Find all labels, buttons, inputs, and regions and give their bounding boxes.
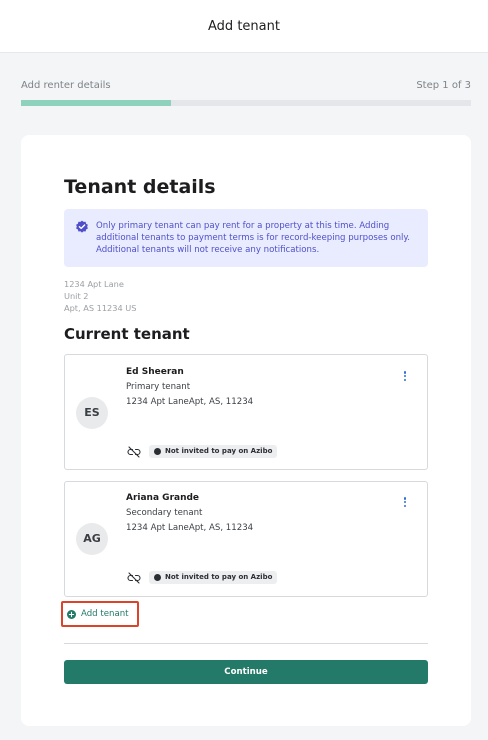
add-tenant-label: Add tenant xyxy=(81,609,129,619)
more-options-icon[interactable] xyxy=(400,370,410,386)
tenant-name: Ariana Grande xyxy=(126,493,200,503)
status-dot-icon xyxy=(154,574,161,581)
invite-status-badge: Not invited to pay on Azibo xyxy=(149,571,278,584)
info-banner-text: Only primary tenant can pay rent for a p… xyxy=(96,220,416,256)
add-tenant-button[interactable]: Add tenant xyxy=(61,601,139,627)
page-header-title: Add tenant xyxy=(208,19,280,34)
progress-bar-fill xyxy=(21,100,171,106)
continue-button[interactable]: Continue xyxy=(64,660,428,684)
unlink-icon xyxy=(127,572,141,584)
page-title: Tenant details xyxy=(64,176,216,198)
invite-status-text: Not invited to pay on Azibo xyxy=(165,447,273,455)
tenant-card: AG Ariana Grande Secondary tenant 1234 A… xyxy=(64,481,428,597)
tenant-card: ES Ed Sheeran Primary tenant 1234 Apt La… xyxy=(64,354,428,470)
divider xyxy=(64,643,428,644)
plus-circle-icon xyxy=(67,610,76,619)
unlink-icon xyxy=(127,446,141,458)
tenant-role: Primary tenant xyxy=(126,382,191,392)
address-line: Apt, AS 11234 US xyxy=(64,303,137,313)
info-banner: Only primary tenant can pay rent for a p… xyxy=(64,209,428,267)
top-bar: Add tenant xyxy=(0,0,488,53)
avatar: ES xyxy=(76,397,108,429)
info-banner-line: Only primary tenant can pay rent for a p… xyxy=(96,221,390,231)
tenant-name: Ed Sheeran xyxy=(126,367,184,377)
invite-status-badge: Not invited to pay on Azibo xyxy=(149,445,278,458)
check-badge-icon xyxy=(76,220,88,233)
tenant-address: 1234 Apt LaneApt, AS, 11234 xyxy=(126,397,254,407)
tenant-address: 1234 Apt LaneApt, AS, 11234 xyxy=(126,523,254,533)
progress-bar xyxy=(21,100,471,106)
step-label: Add renter details xyxy=(21,80,111,91)
property-address: 1234 Apt Lane Unit 2 Apt, AS 11234 US xyxy=(64,278,136,314)
invite-status-text: Not invited to pay on Azibo xyxy=(165,573,273,581)
avatar: AG xyxy=(76,523,108,555)
info-banner-line: additional tenants to payment terms is f… xyxy=(96,233,411,243)
current-tenant-heading: Current tenant xyxy=(64,325,190,343)
status-dot-icon xyxy=(154,448,161,455)
address-line: Unit 2 xyxy=(64,291,89,301)
more-options-icon[interactable] xyxy=(400,496,410,512)
step-counter: Step 1 of 3 xyxy=(416,80,471,91)
tenant-role: Secondary tenant xyxy=(126,508,203,518)
info-banner-line: Additional tenants will not receive any … xyxy=(96,245,320,255)
address-line: 1234 Apt Lane xyxy=(64,279,124,289)
